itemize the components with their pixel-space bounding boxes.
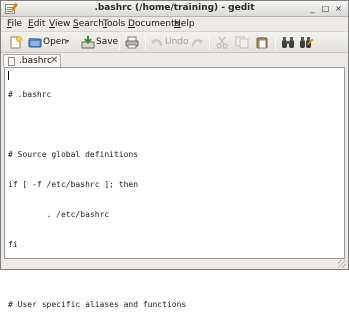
cut-button[interactable]	[213, 34, 231, 51]
redo-button[interactable]	[189, 34, 205, 51]
tab-bashrc[interactable]: .bashrc ✕	[3, 54, 61, 67]
text-cursor	[8, 71, 9, 80]
find-replace-button[interactable]	[297, 34, 315, 51]
toolbar-separator	[145, 35, 146, 50]
code-line: # .bashrc	[8, 90, 52, 99]
maximize-button[interactable]: □	[320, 3, 331, 14]
open-button[interactable]: Open ▾	[27, 34, 73, 51]
save-icon	[81, 36, 95, 49]
menu-view[interactable]: View	[49, 18, 70, 30]
toolbar-separator	[119, 35, 120, 50]
status-bar	[1, 259, 348, 269]
copy-icon	[235, 36, 249, 49]
menu-help[interactable]: Help	[174, 18, 195, 30]
minimize-button[interactable]: _	[307, 3, 318, 14]
redo-icon	[192, 39, 203, 47]
new-document-button[interactable]	[7, 34, 25, 51]
close-window-button[interactable]: ×	[333, 3, 344, 14]
text-editor-area[interactable]: # .bashrc # Source global definitions if…	[4, 67, 345, 309]
document-tab-strip: .bashrc ✕	[1, 53, 348, 67]
close-tab-icon[interactable]: ✕	[50, 55, 58, 67]
new-document-icon	[10, 36, 22, 49]
paste-icon	[256, 37, 268, 49]
toolbar: Open ▾ Save Undo	[1, 31, 348, 53]
code-line: fi	[8, 240, 18, 249]
save-button-label: Save	[96, 37, 119, 47]
window-title: .bashrc (/home/training) - gedit	[94, 3, 255, 13]
paste-button[interactable]	[253, 34, 271, 51]
code-line: # Source global definitions	[8, 150, 139, 159]
menu-edit[interactable]: Edit	[28, 18, 45, 30]
scissors-icon	[216, 36, 228, 49]
editor-content[interactable]: # .bashrc # Source global definitions if…	[8, 70, 186, 330]
copy-button[interactable]	[233, 34, 251, 51]
find-button[interactable]	[279, 34, 297, 51]
menu-bar: File Edit View Search Tools Documents He…	[1, 17, 348, 31]
open-folder-icon	[28, 38, 42, 48]
title-bar[interactable]: .bashrc (/home/training) - gedit _ □ ×	[1, 1, 348, 17]
printer-icon	[125, 36, 139, 49]
save-button[interactable]: Save	[80, 34, 119, 51]
undo-button[interactable]: Undo	[149, 34, 189, 51]
tab-label: .bashrc	[19, 56, 52, 66]
menu-search[interactable]: Search	[73, 18, 104, 30]
open-button-label: Open	[43, 37, 68, 47]
menu-documents[interactable]: Documents	[128, 18, 179, 30]
code-line: # User specific aliases and functions	[8, 300, 187, 309]
binoculars-icon	[282, 37, 294, 48]
code-line: if [ -f /etc/bashrc ]; then	[8, 180, 139, 189]
text-document-icon	[8, 57, 15, 66]
resize-grip-icon[interactable]	[338, 260, 346, 268]
toolbar-separator	[275, 35, 276, 50]
undo-icon	[151, 39, 162, 47]
menu-tools[interactable]: Tools	[103, 18, 125, 30]
find-replace-icon	[300, 37, 313, 48]
gedit-window: .bashrc (/home/training) - gedit _ □ × F…	[0, 0, 349, 309]
toolbar-separator	[209, 35, 210, 50]
open-dropdown-arrow[interactable]: ▾	[66, 38, 69, 45]
code-line: . /etc/bashrc	[8, 210, 110, 219]
undo-button-label: Undo	[165, 37, 189, 47]
menu-file[interactable]: File	[7, 18, 22, 30]
print-button[interactable]	[123, 34, 141, 51]
